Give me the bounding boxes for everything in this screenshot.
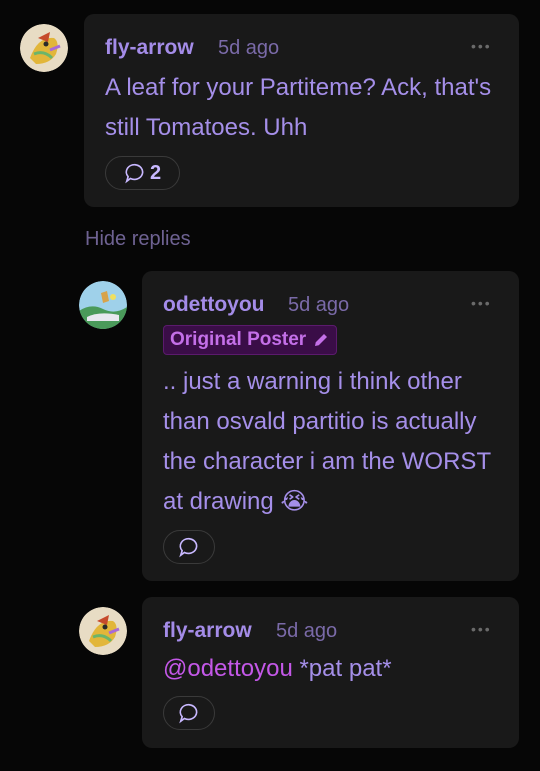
more-dots-icon[interactable]: ••• [471,296,492,310]
comment-card: fly-arrow 5d ago ••• @odettoyou *pat pat… [142,597,519,748]
more-dots-icon[interactable]: ••• [471,39,492,53]
pencil-icon [315,334,328,346]
avatar[interactable] [79,281,127,329]
avatar[interactable] [20,24,68,72]
timestamp: 5d ago [288,294,350,316]
username[interactable]: fly-arrow [163,619,252,643]
comment-text: .. just a warning i think other than osv… [163,368,491,515]
comment-text: @odettoyou *pat pat* [163,649,508,689]
username[interactable]: odettoyou [163,293,264,317]
comment-text: A leaf for your Partiteme? Ack, that's s… [105,74,492,141]
comment-body: *pat pat* [299,655,392,682]
username[interactable]: fly-arrow [105,36,194,60]
comment-card: fly-arrow 5d ago ••• A leaf for your Par… [84,14,519,207]
avatar[interactable] [79,607,127,655]
speech-bubble-icon [179,703,198,724]
reply-count-button[interactable]: 2 [105,156,180,190]
more-dots-icon[interactable]: ••• [471,622,492,636]
reply-button[interactable] [163,696,215,730]
timestamp: 5d ago [276,620,338,642]
reply-count: 2 [149,161,162,184]
badge-label: Original Poster [170,329,307,350]
comment-card: odettoyou 5d ago ••• Original Poster .. … [142,271,519,581]
reply-button[interactable] [163,530,215,564]
speech-bubble-icon [125,163,144,184]
hide-replies-link[interactable]: Hide replies [85,228,191,251]
timestamp: 5d ago [218,37,280,59]
user-mention[interactable]: @odettoyou [163,655,293,682]
original-poster-badge: Original Poster [163,325,338,355]
speech-bubble-icon [179,537,198,558]
